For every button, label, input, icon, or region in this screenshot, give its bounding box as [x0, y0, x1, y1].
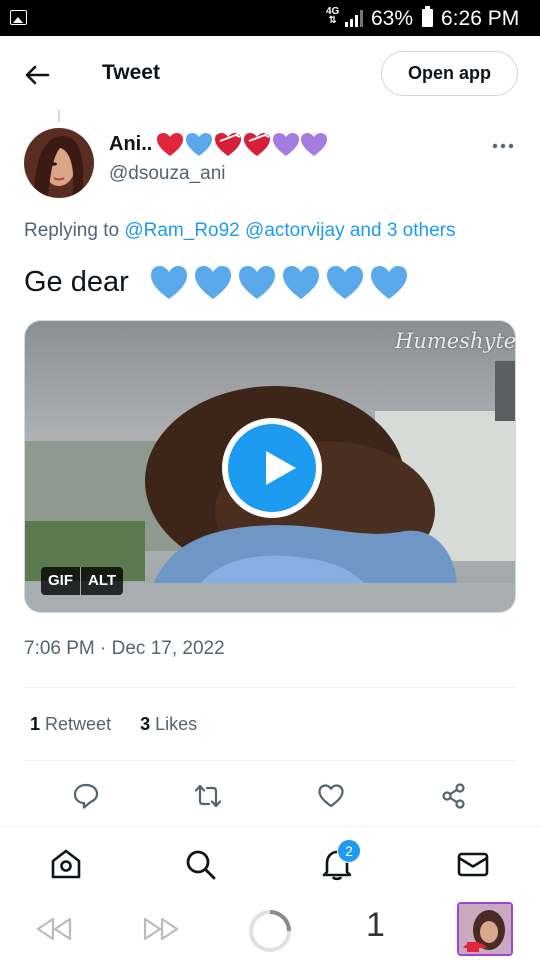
play-icon: [266, 451, 296, 485]
others-link[interactable]: and 3 others: [350, 220, 456, 241]
gif-badge: GIF: [48, 572, 73, 589]
search-icon[interactable]: [183, 847, 217, 881]
blue-heart-icon: [283, 266, 319, 299]
heart-with-ribbon-icon: [215, 131, 241, 156]
clock: 6:26 PM: [441, 7, 520, 30]
heart-with-ribbon-icon: [244, 131, 270, 156]
blue-heart-icon: [186, 133, 212, 156]
avatar[interactable]: [24, 128, 94, 198]
back-arrow-icon[interactable]: [22, 60, 52, 90]
messages-icon[interactable]: [456, 847, 490, 881]
tweet-emojis: [151, 266, 407, 299]
signal-icon: [345, 10, 363, 27]
divider: [24, 687, 516, 688]
author-emojis: [157, 131, 327, 156]
mention-link[interactable]: @Ram_Ro92: [124, 220, 239, 241]
retweet-stat[interactable]: 1 Retweet: [30, 714, 111, 735]
browser-toolbar: 1: [0, 898, 540, 960]
divider: [24, 760, 516, 761]
likes-stat[interactable]: 3 Likes: [140, 714, 197, 735]
play-button[interactable]: [222, 418, 322, 518]
reply-icon[interactable]: [72, 782, 100, 810]
tweet-timestamp[interactable]: 7:06 PM · Dec 17, 2022: [24, 638, 225, 660]
browser-forward-icon[interactable]: [142, 914, 180, 944]
battery-percent: 63%: [371, 7, 414, 30]
more-options-icon[interactable]: [491, 141, 515, 151]
gif-media[interactable]: Humeshyte GIF ALT: [24, 320, 516, 613]
blue-heart-icon: [151, 266, 187, 299]
tab-thumbnail[interactable]: [457, 902, 513, 956]
purple-heart-icon: [273, 133, 299, 156]
home-icon[interactable]: [49, 847, 83, 881]
like-icon[interactable]: [317, 782, 345, 810]
mention-link[interactable]: @actorvijay: [245, 220, 345, 241]
blue-heart-icon: [195, 266, 231, 299]
tweet-stats: 1 Retweet 3 Likes: [30, 714, 221, 735]
gallery-notification-icon: [10, 10, 27, 25]
tab-count[interactable]: 1: [366, 906, 385, 945]
browser-back-icon[interactable]: [35, 914, 73, 944]
share-icon[interactable]: [440, 782, 468, 810]
notification-count-badge: 2: [337, 839, 361, 863]
blue-heart-icon: [327, 266, 363, 299]
status-bar: 4G ⇅ 63% 6:26 PM: [0, 0, 540, 36]
open-app-button[interactable]: Open app: [381, 51, 518, 96]
alt-badge[interactable]: ALT: [80, 567, 123, 595]
media-badges: GIF ALT: [41, 567, 124, 595]
red-heart-icon: [157, 133, 183, 156]
thread-connector: [58, 110, 60, 122]
replying-to: Replying to @Ram_Ro92 @actorvijay and 3 …: [24, 220, 456, 241]
network-type: 4G ⇅: [326, 6, 340, 26]
tweet-text: Ge dear: [24, 266, 129, 298]
loading-spinner-icon: [249, 910, 291, 952]
page-title: Tweet: [102, 61, 160, 84]
tweet-header: Tweet Open app: [0, 36, 540, 112]
purple-heart-icon: [301, 133, 327, 156]
blue-heart-icon: [371, 266, 407, 299]
watermark: Humeshyte: [395, 329, 516, 353]
blue-heart-icon: [239, 266, 275, 299]
battery-icon: [422, 6, 433, 27]
retweet-icon[interactable]: [194, 782, 222, 810]
author-handle[interactable]: @dsouza_ani: [109, 163, 225, 185]
bottom-navigation: 2: [0, 826, 540, 898]
author-name[interactable]: Ani..: [109, 133, 152, 156]
